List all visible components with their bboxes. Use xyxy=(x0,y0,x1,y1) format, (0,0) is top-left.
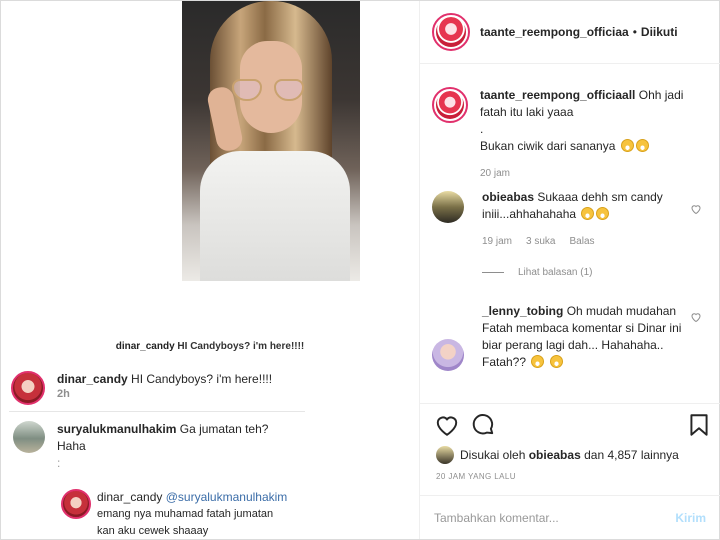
comment-username[interactable]: taante_reempong_officiaall xyxy=(480,88,635,102)
avatar[interactable] xyxy=(432,13,470,51)
grin-emoji-icon xyxy=(620,139,634,152)
add-comment-bar: Kirim xyxy=(420,495,720,539)
avatar xyxy=(61,489,91,519)
post-photo[interactable] xyxy=(182,1,360,281)
bookmark-icon[interactable] xyxy=(686,412,712,438)
post-side-panel: taante_reempong_officiaa • Diikuti taant… xyxy=(419,1,720,539)
comment-likes[interactable]: 3 suka xyxy=(526,233,555,250)
avatar[interactable] xyxy=(432,191,464,223)
comment-input[interactable] xyxy=(434,510,676,525)
heart-icon[interactable] xyxy=(690,203,702,215)
post-timestamp[interactable]: 20 JAM YANG LALU xyxy=(436,472,516,481)
avatar[interactable] xyxy=(432,339,464,371)
avatar xyxy=(436,446,454,464)
follow-button[interactable]: Diikuti xyxy=(641,25,678,39)
grin-emoji-icon xyxy=(635,139,649,152)
embedded-caption: dinar_candy HI Candyboys? i'm here!!!! xyxy=(115,341,305,352)
heart-icon[interactable] xyxy=(690,311,702,323)
header-username[interactable]: taante_reempong_officiaa xyxy=(480,25,629,39)
embedded-reply: suryalukmanulhakim Ga jumatan teh? Haha … xyxy=(13,421,268,472)
comments-list[interactable]: taante_reempong_officiaall Ohh jadi fata… xyxy=(420,65,720,403)
embedded-screenshot: dinar_candy HI Candyboys? i'm here!!!! d… xyxy=(1,331,419,539)
avatar xyxy=(13,421,45,453)
laugh-emoji-icon xyxy=(549,355,563,368)
list-item: obieabas Sukaaa dehh sm candy iniii...ah… xyxy=(432,189,712,250)
laugh-emoji-icon xyxy=(531,355,545,368)
likes-summary[interactable]: Disukai oleh obieabas dan 4,857 lainnya xyxy=(436,446,679,464)
reply-button[interactable]: Balas xyxy=(569,233,594,250)
avatar xyxy=(11,371,45,405)
list-item: taante_reempong_officiaall Ohh jadi fata… xyxy=(432,87,712,182)
post-media[interactable]: dinar_candy HI Candyboys? i'm here!!!! d… xyxy=(1,1,419,539)
post-comment-button[interactable]: Kirim xyxy=(675,511,706,525)
list-item: _lenny_tobing Oh mudah mudahan Fatah mem… xyxy=(432,303,712,371)
comment-username[interactable]: obieabas xyxy=(482,190,534,204)
comment-icon[interactable] xyxy=(470,412,496,438)
embedded-reply-nested: dinar_candy @suryalukmanulhakim emang ny… xyxy=(61,489,287,539)
laugh-emoji-icon xyxy=(581,207,595,220)
post-actions: Disukai oleh obieabas dan 4,857 lainnya … xyxy=(420,403,720,503)
embedded-owner-comment: dinar_candy HI Candyboys? i'm here!!!! 2… xyxy=(11,371,272,405)
laugh-emoji-icon xyxy=(596,207,610,220)
post-header: taante_reempong_officiaa • Diikuti xyxy=(420,1,720,64)
comment-username[interactable]: _lenny_tobing xyxy=(482,304,563,318)
view-replies-button[interactable]: Lihat balasan (1) xyxy=(482,267,593,278)
avatar[interactable] xyxy=(432,87,468,123)
divider xyxy=(9,411,305,412)
heart-icon[interactable] xyxy=(434,412,460,438)
